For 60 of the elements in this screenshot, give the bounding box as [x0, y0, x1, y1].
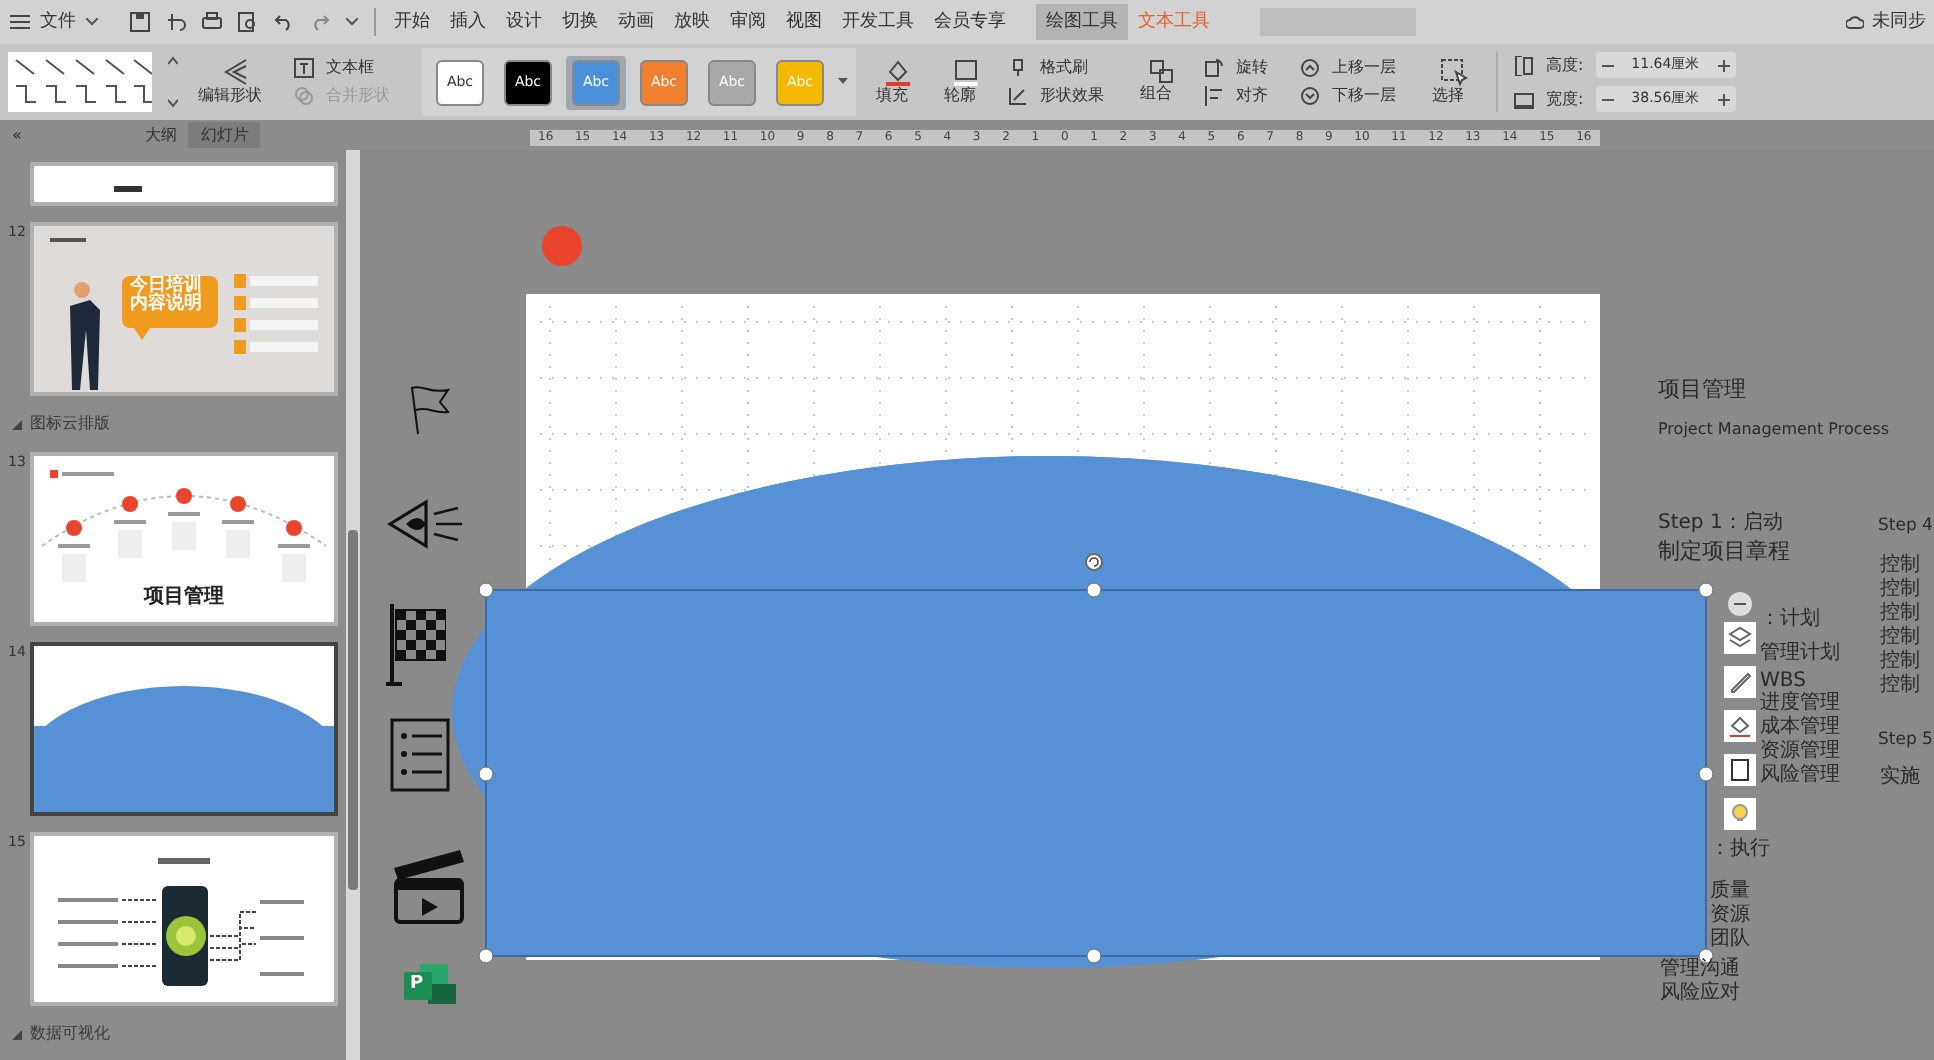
ribbon-tab[interactable]: 插入 [440, 4, 496, 40]
text-line: 管理沟通 [1660, 958, 1740, 981]
text-line: 项目管理 [1658, 378, 1746, 402]
text-line: 控制 [1880, 554, 1920, 577]
text-line: 控制 [1880, 626, 1920, 649]
outline-button[interactable]: 轮廓 [940, 86, 992, 106]
align-button[interactable]: 对齐 [1232, 86, 1284, 106]
collapse-button[interactable]: « [0, 122, 34, 148]
ribbon-tab[interactable]: 开始 [384, 4, 440, 40]
text-line: 资源 [1710, 904, 1750, 928]
fill-button[interactable]: 填充 [872, 86, 924, 106]
bring-forward-button[interactable]: 上移一层 [1328, 58, 1412, 78]
text-line: 控制 [1880, 674, 1920, 698]
section-title[interactable]: 数据可视化 [30, 1022, 110, 1046]
ribbon-tab[interactable]: 放映 [664, 4, 720, 40]
text-line: 成本管理 [1760, 716, 1840, 740]
slide-title-text: 内容说明 [130, 296, 202, 316]
text-line: 风险应对 [1660, 982, 1740, 1006]
text-line: Step 5 [1878, 728, 1933, 752]
text-line: 进度管理 [1760, 692, 1840, 715]
format-painter-button[interactable]: 格式刷 [1036, 58, 1092, 78]
group-button[interactable]: 组合 [1136, 84, 1188, 104]
text-line: 控制 [1880, 578, 1920, 601]
width-label: 宽度: [1544, 89, 1586, 109]
text-line: Step 4 [1878, 514, 1933, 538]
text-line: 控制 [1880, 602, 1920, 625]
text-line: ：计划 [1760, 608, 1820, 632]
text-line: 控制 [1880, 650, 1920, 673]
text-line: Step 1：启动 [1658, 512, 1783, 536]
ribbon-tab[interactable]: 审阅 [720, 4, 776, 40]
ribbon-tab[interactable]: 视图 [776, 4, 832, 40]
text-line: 实施 [1880, 766, 1920, 790]
ribbon-tab[interactable]: 绘图工具 [1036, 4, 1128, 40]
select-button[interactable]: 选择 [1428, 86, 1480, 106]
shape-effects-button[interactable]: 形状效果 [1036, 86, 1120, 106]
text-line: 管理计划 [1760, 642, 1840, 666]
ribbon-tab[interactable]: 动画 [608, 4, 664, 40]
text-line: 制定项目章程 [1658, 540, 1790, 564]
text-line: ：执行 [1710, 838, 1770, 862]
text-line: WBS [1760, 670, 1806, 692]
text-line: 质量 [1710, 880, 1750, 904]
send-backward-button[interactable]: 下移一层 [1328, 86, 1412, 106]
text-line: 风险管理 [1760, 764, 1840, 788]
text-line: 资源管理 [1760, 740, 1840, 764]
rotate-button[interactable]: 旋转 [1232, 58, 1284, 78]
height-label: 高度: [1544, 55, 1586, 75]
text-box-button[interactable]: 文本框 [322, 58, 390, 78]
panel-tab[interactable]: 大纲 [132, 122, 189, 148]
file-menu[interactable]: 文件 [30, 4, 86, 40]
slide-title-text: 今日培训 [130, 278, 202, 296]
slide-title-text: 项目管理 [144, 588, 224, 609]
edit-shape-button[interactable]: 编辑形状 [194, 86, 278, 106]
ribbon-tab[interactable]: 开发工具 [832, 4, 924, 40]
ribbon-tab[interactable]: 切换 [552, 4, 608, 40]
ribbon-tab[interactable]: 会员专享 [924, 4, 1016, 40]
ribbon-tab[interactable]: 设计 [496, 4, 552, 40]
sync-status[interactable]: 未同步 [1872, 4, 1926, 40]
text-line: 团队 [1710, 928, 1750, 952]
slide-thumbnail[interactable]: 项目管理 [30, 452, 338, 626]
text-line: Project Management Process [1658, 418, 1890, 442]
